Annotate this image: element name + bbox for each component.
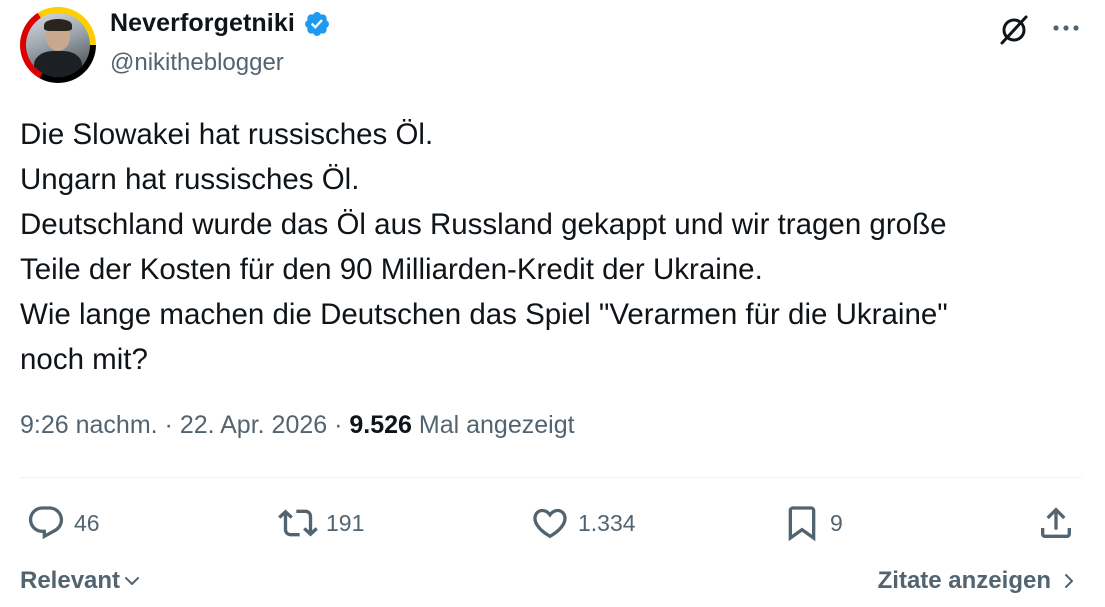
view-count-label: Mal angezeigt xyxy=(411,411,575,439)
repost-button[interactable]: 191 xyxy=(278,500,364,546)
like-button[interactable]: 1.334 xyxy=(530,500,636,546)
tweet-line: noch mit? xyxy=(20,343,148,376)
reply-count: 46 xyxy=(74,509,100,536)
reply-button[interactable]: 46 xyxy=(26,500,100,546)
tweet-time[interactable]: 9:26 nachm. xyxy=(20,411,158,439)
tweet-text: Die Slowakei hat russisches Öl. Ungarn h… xyxy=(20,112,1090,382)
chevron-right-icon xyxy=(1065,574,1073,588)
avatar[interactable] xyxy=(20,7,96,83)
more-icon[interactable] xyxy=(1048,12,1084,44)
share-icon xyxy=(1041,507,1071,538)
share-button[interactable] xyxy=(1036,500,1076,546)
sort-label: Relevant xyxy=(20,567,121,594)
show-quotes-label: Zitate anzeigen xyxy=(877,567,1051,594)
verified-badge-icon[interactable] xyxy=(303,10,331,38)
reply-icon xyxy=(28,506,64,540)
tweet-line: Die Slowakei hat russisches Öl. xyxy=(20,118,434,151)
tweet-date[interactable]: 22. Apr. 2026 xyxy=(180,411,327,439)
author-name-row: Neverforgetniki xyxy=(110,9,331,38)
bookmark-button[interactable]: 9 xyxy=(782,500,843,546)
repost-count: 191 xyxy=(326,509,365,536)
author-display-name[interactable]: Neverforgetniki xyxy=(110,9,295,38)
bookmark-icon xyxy=(788,506,816,542)
tweet-line: Ungarn hat russisches Öl. xyxy=(20,163,360,196)
view-count: 9.526 xyxy=(349,411,412,439)
like-count: 1.334 xyxy=(578,509,636,536)
tweet-line: Teile der Kosten für den 90 Milliarden-K… xyxy=(20,253,763,286)
tweet-line: Deutschland wurde das Öl aus Russland ge… xyxy=(20,208,947,241)
author-handle[interactable]: @nikitheblogger xyxy=(110,49,284,77)
meta-separator: · xyxy=(157,411,180,439)
tweet-meta: 9:26 nachm. · 22. Apr. 2026 · 9.526 Mal … xyxy=(20,411,575,440)
avatar-photo xyxy=(26,13,90,77)
grok-icon[interactable] xyxy=(996,12,1032,48)
meta-separator: · xyxy=(327,411,350,439)
show-quotes-link[interactable]: Zitate anzeigen xyxy=(878,567,1079,595)
avatar-body-shape xyxy=(34,51,82,77)
sort-dropdown[interactable]: Relevant xyxy=(20,567,142,595)
divider xyxy=(20,477,1082,478)
avatar-hair-shape xyxy=(44,19,72,31)
heart-icon xyxy=(533,508,567,539)
tweet-line: Wie lange machen die Deutschen das Spiel… xyxy=(20,298,948,331)
repost-icon xyxy=(278,509,318,537)
bookmark-count: 9 xyxy=(830,509,843,536)
chevron-down-icon xyxy=(125,577,140,585)
